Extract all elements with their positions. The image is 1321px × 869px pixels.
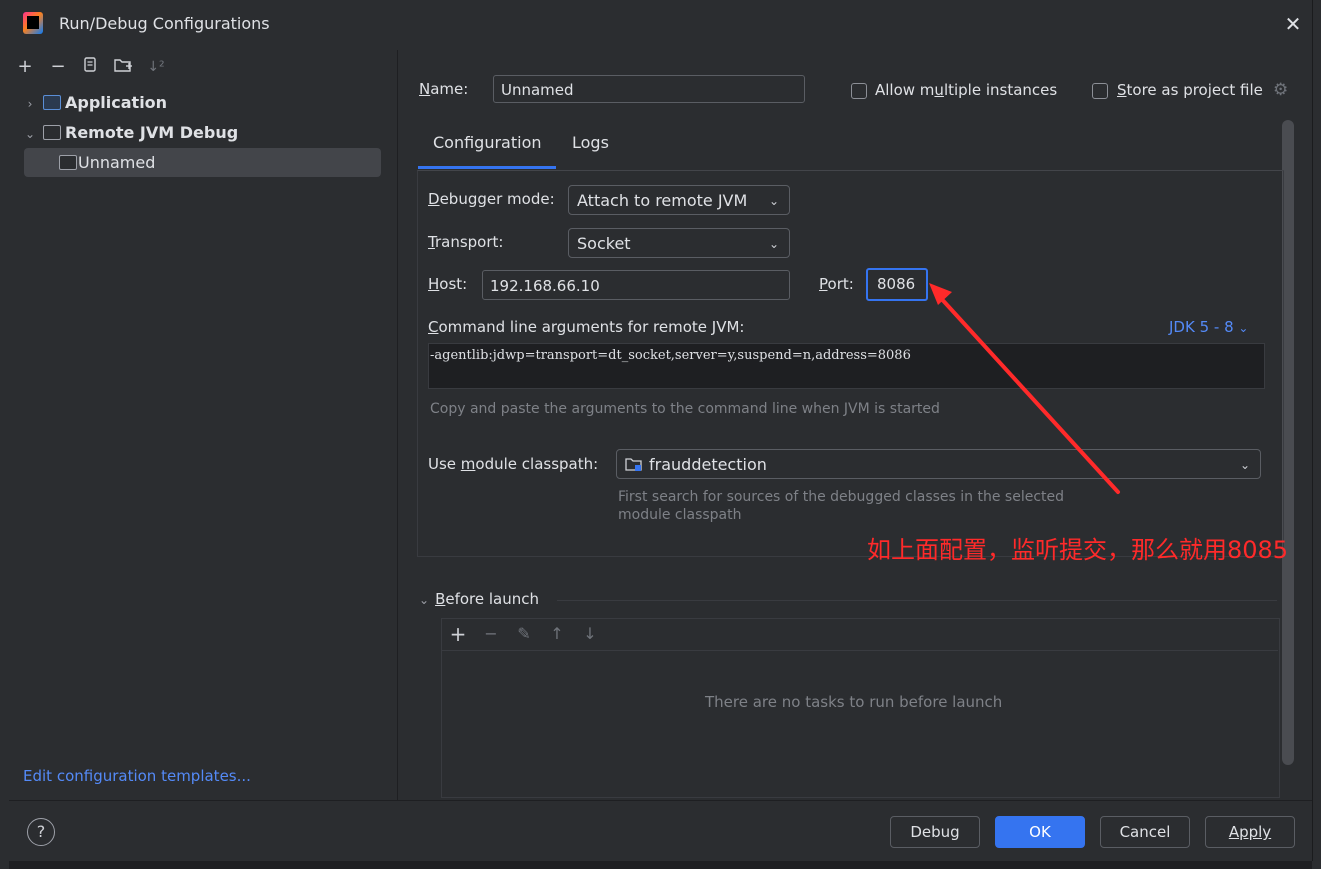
- annotation-arrow: [929, 283, 1120, 494]
- annotation-note: 如上面配置，监听提交，那么就用8085: [867, 536, 1289, 564]
